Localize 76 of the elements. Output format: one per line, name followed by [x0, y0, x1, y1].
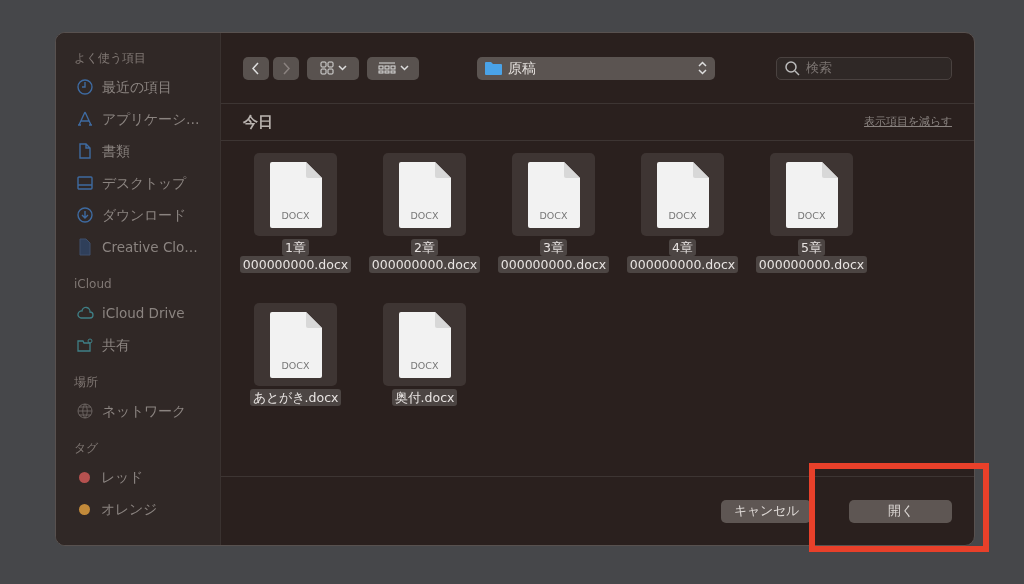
show-less-link[interactable]: 表示項目を減らす	[864, 113, 952, 131]
sidebar-heading: よく使う項目	[74, 50, 147, 67]
file-name: 000000000.docx	[368, 256, 481, 273]
document-icon	[398, 311, 451, 378]
sidebar-item[interactable]: 共有	[70, 329, 210, 361]
updown-icon	[698, 61, 707, 75]
file-name: 1章	[282, 239, 309, 256]
file-tile[interactable]: DOCX	[383, 303, 466, 386]
sidebar-item[interactable]: iCloud Drive	[70, 297, 210, 329]
file-type-label: DOCX	[410, 359, 439, 374]
chevron-icon	[282, 61, 290, 75]
file-name: 5章	[798, 239, 825, 256]
file-name: 2章	[411, 239, 438, 256]
document-icon	[398, 161, 451, 228]
document-icon	[656, 161, 709, 228]
back-button[interactable]	[243, 56, 269, 80]
cloud-icon	[76, 304, 94, 322]
open-button[interactable]: 開く	[849, 499, 952, 523]
sidebar-item[interactable]: アプリケーシ…	[70, 103, 210, 135]
sidebar-item[interactable]: ネットワーク	[70, 395, 210, 427]
file-name: 000000000.docx	[755, 256, 868, 273]
file-type-label: DOCX	[281, 209, 310, 224]
cancel-button[interactable]: キャンセル	[721, 499, 811, 523]
folder-icon	[485, 61, 502, 75]
chevron-icon	[252, 61, 260, 75]
sidebar-heading: 場所	[74, 374, 99, 391]
file-tile[interactable]: DOCX	[641, 153, 724, 236]
desktop-icon	[76, 174, 94, 192]
file-name: あとがき.docx	[249, 389, 342, 406]
file-tile[interactable]: DOCX	[254, 303, 337, 386]
caret-icon	[399, 65, 409, 71]
icon-view-button[interactable]	[307, 56, 359, 80]
sidebar-item[interactable]: 書類	[70, 135, 210, 167]
location-popup[interactable]: 原稿	[477, 56, 715, 80]
sidebar-heading: タグ	[74, 440, 99, 457]
sidebar-item[interactable]: オレンジ	[70, 493, 210, 525]
sidebar-item[interactable]: ダウンロード	[70, 199, 210, 231]
document-icon	[269, 161, 322, 228]
file-name: 000000000.docx	[239, 256, 352, 273]
document-icon	[785, 161, 838, 228]
file-tile[interactable]: DOCX	[512, 153, 595, 236]
group-title: 今日	[243, 111, 273, 133]
file-name: 奥付.docx	[391, 389, 458, 406]
grouped-grid-icon	[377, 62, 396, 74]
search-input[interactable]: 検索	[806, 58, 936, 78]
group-view-button[interactable]	[367, 56, 419, 80]
document-icon	[527, 161, 580, 228]
download-icon	[76, 206, 94, 224]
file-tile[interactable]: DOCX	[383, 153, 466, 236]
shared-folder-icon	[76, 336, 94, 354]
file-type-label: DOCX	[797, 209, 826, 224]
file-tile[interactable]: DOCX	[770, 153, 853, 236]
file-name: 000000000.docx	[497, 256, 610, 273]
file-type-label: DOCX	[410, 209, 439, 224]
search-icon	[785, 60, 800, 76]
sidebar-item[interactable]: Creative Clo…	[70, 231, 210, 263]
search-field[interactable]: 検索	[776, 56, 952, 80]
file-type-label: DOCX	[281, 359, 310, 374]
file-name: 3章	[540, 239, 567, 256]
file-type-label: DOCX	[668, 209, 697, 224]
file-name: 000000000.docx	[626, 256, 739, 273]
sidebar-item[interactable]: デスクトップ	[70, 167, 210, 199]
file-icon	[76, 238, 94, 256]
file-name: 4章	[669, 239, 696, 256]
grid-icon	[319, 61, 334, 75]
globe-icon	[76, 402, 94, 420]
document-icon	[269, 311, 322, 378]
file-tile[interactable]: DOCX	[254, 153, 337, 236]
sidebar-item[interactable]: 最近の項目	[70, 71, 210, 103]
document-icon	[76, 142, 94, 160]
sidebar-heading: iCloud	[74, 276, 113, 293]
apps-icon	[76, 110, 94, 128]
sidebar-item[interactable]: レッド	[70, 461, 210, 493]
clock-icon	[76, 78, 94, 96]
file-type-label: DOCX	[539, 209, 568, 224]
caret-icon	[337, 65, 347, 71]
